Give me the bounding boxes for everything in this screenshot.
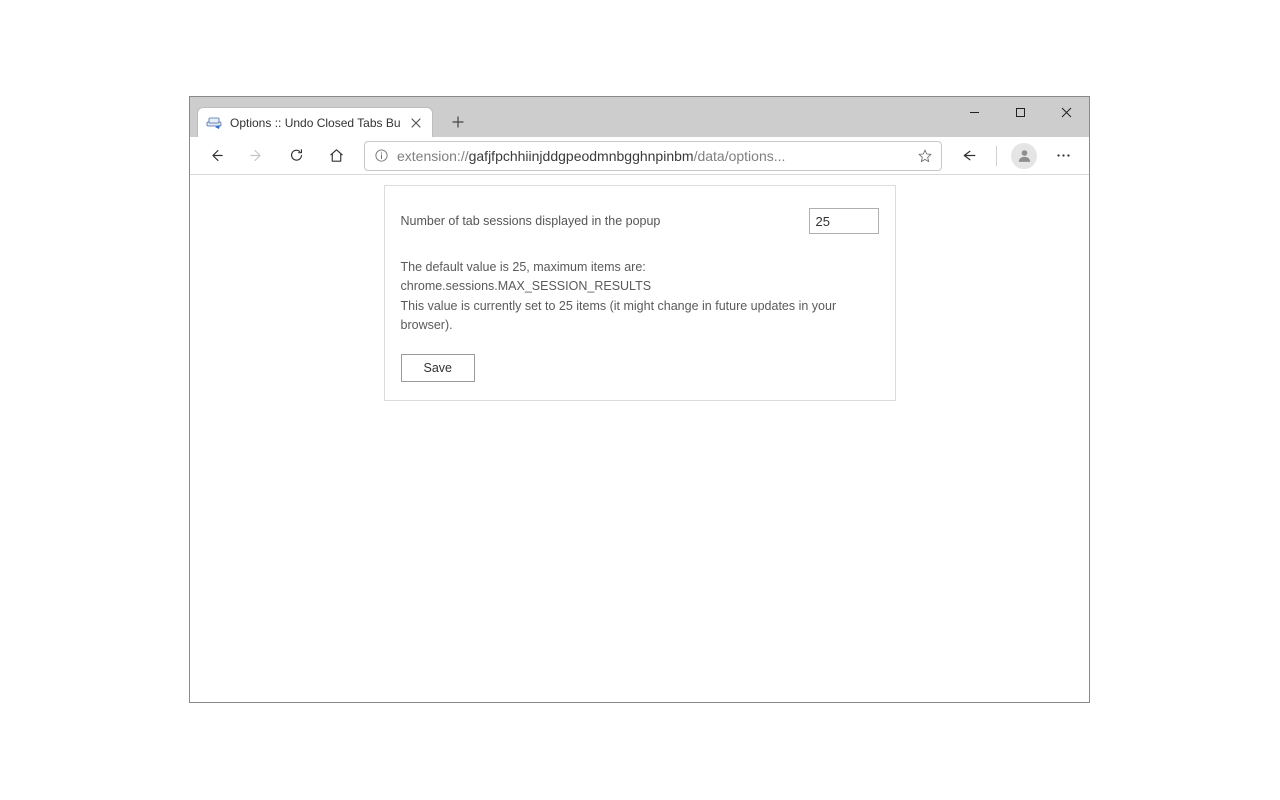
- url-prefix: extension://: [397, 148, 469, 164]
- maximize-button[interactable]: [997, 97, 1043, 127]
- site-info-icon[interactable]: [373, 148, 389, 164]
- more-menu-button[interactable]: [1045, 140, 1081, 172]
- toolbar: extension://gafjfpchhiinjddgpeodmnbgghnp…: [190, 137, 1089, 175]
- tab-favicon-icon: [206, 115, 222, 131]
- favorite-star-icon[interactable]: [917, 148, 933, 164]
- tab-close-icon[interactable]: [408, 115, 424, 131]
- save-button[interactable]: Save: [401, 354, 476, 382]
- desc-line-1: The default value is 25, maximum items a…: [401, 258, 879, 297]
- tab-title: Options :: Undo Closed Tabs Butt: [230, 116, 400, 130]
- refresh-button[interactable]: [278, 140, 314, 172]
- url-text: extension://gafjfpchhiinjddgpeodmnbgghnp…: [397, 148, 909, 164]
- minimize-button[interactable]: [951, 97, 997, 127]
- sessions-input[interactable]: [809, 208, 879, 234]
- options-card: Number of tab sessions displayed in the …: [384, 185, 896, 401]
- url-host: gafjfpchhiinjddgpeodmnbgghnpinbm: [469, 148, 694, 164]
- window-controls: [951, 97, 1089, 129]
- tab-active[interactable]: Options :: Undo Closed Tabs Butt: [197, 107, 433, 137]
- sessions-label: Number of tab sessions displayed in the …: [401, 214, 661, 228]
- url-path: /data/options...: [694, 148, 786, 164]
- profile-avatar[interactable]: [1011, 143, 1037, 169]
- titlebar: Options :: Undo Closed Tabs Butt: [190, 97, 1089, 137]
- page-content: Number of tab sessions displayed in the …: [190, 175, 1089, 702]
- options-description: The default value is 25, maximum items a…: [401, 258, 879, 336]
- forward-button[interactable]: [238, 140, 274, 172]
- window-close-button[interactable]: [1043, 97, 1089, 127]
- toolbar-separator: [996, 146, 997, 166]
- desc-line-2: This value is currently set to 25 items …: [401, 297, 879, 336]
- browser-window: Options :: Undo Closed Tabs Butt: [189, 96, 1090, 703]
- tab-strip: Options :: Undo Closed Tabs Butt: [190, 97, 473, 137]
- address-bar[interactable]: extension://gafjfpchhiinjddgpeodmnbgghnp…: [364, 141, 942, 171]
- back-button[interactable]: [198, 140, 234, 172]
- share-button[interactable]: [950, 140, 986, 172]
- home-button[interactable]: [318, 140, 354, 172]
- new-tab-button[interactable]: [443, 107, 473, 137]
- sessions-row: Number of tab sessions displayed in the …: [401, 208, 879, 234]
